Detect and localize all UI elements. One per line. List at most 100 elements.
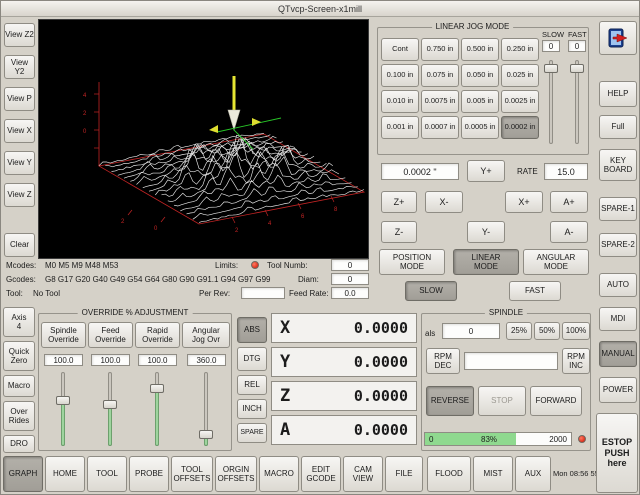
jog-increment-0005[interactable]: 0.005 in <box>461 90 499 113</box>
fast-speed-button[interactable]: FAST <box>509 281 561 301</box>
jog-increment-0500[interactable]: 0.500 in <box>461 38 499 61</box>
svg-text:8: 8 <box>334 207 338 213</box>
spindle-50-button[interactable]: 50% <box>534 322 560 340</box>
clear-button[interactable]: Clear <box>4 233 35 257</box>
angular-jog-override-slider-handle[interactable] <box>199 430 213 439</box>
jog-increment-00005[interactable]: 0.0005 in <box>461 116 499 139</box>
jog-increment-0010[interactable]: 0.010 in <box>381 90 419 113</box>
jog-increment-00007[interactable]: 0.0007 in <box>421 116 459 139</box>
tab-graph[interactable]: GRAPH <box>3 456 43 492</box>
jog-increment-cont[interactable]: Cont <box>381 38 419 61</box>
dro-side-button[interactable]: DRO <box>3 435 35 453</box>
jog-y-minus-button[interactable]: Y- <box>467 221 505 243</box>
overrides-side-button[interactable]: Over Rides <box>3 401 35 431</box>
tab-home[interactable]: HOME <box>45 456 85 492</box>
tab-cam-view[interactable]: CAM VIEW <box>343 456 383 492</box>
spindle-bar-fill <box>425 433 516 445</box>
jog-increment-0100[interactable]: 0.100 in <box>381 64 419 87</box>
title-bar[interactable]: QTvcp-Screen-x1mill <box>1 1 639 17</box>
feed-override-button[interactable]: Feed Override <box>88 322 133 348</box>
abs-button[interactable]: ABS <box>237 317 267 343</box>
spindle-25-button[interactable]: 25% <box>506 322 532 340</box>
jog-a-minus-button[interactable]: A- <box>550 221 588 243</box>
feed-override-slider-handle[interactable] <box>103 400 117 409</box>
spindle-bar-max: 2000 <box>549 433 567 445</box>
rapid-override-slider-fill <box>155 388 159 446</box>
aux-button[interactable]: AUX <box>515 456 551 492</box>
view-x-button[interactable]: View X <box>4 119 35 143</box>
view-y2-button[interactable]: View Y2 <box>4 55 35 79</box>
quick-zero-button[interactable]: Quick Zero <box>3 341 35 371</box>
tab-file[interactable]: FILE <box>385 456 423 492</box>
keyboard-button[interactable]: KEY BOARD <box>599 149 637 181</box>
spindle-override-slider-handle[interactable] <box>56 396 70 405</box>
view-y-button[interactable]: View Y <box>4 151 35 175</box>
spindle-speed-value: 0 <box>442 323 500 339</box>
gremlin-3d-view[interactable]: 4 2 0 2 4 6 8 2 0 <box>38 19 369 259</box>
jog-increment-0250[interactable]: 0.250 in <box>501 38 539 61</box>
axis-select-button[interactable]: Axis 4 <box>3 307 35 337</box>
jog-increment-0001[interactable]: 0.001 in <box>381 116 419 139</box>
jog-x-plus-button[interactable]: X+ <box>505 191 543 213</box>
slow-jog-slider-handle[interactable] <box>544 64 558 73</box>
jog-increment-0050[interactable]: 0.050 in <box>461 64 499 87</box>
feed-override-value: 100.0 <box>91 354 130 366</box>
rpm-display <box>464 352 558 370</box>
full-button[interactable]: Full <box>599 115 637 139</box>
rpm-inc-button[interactable]: RPM INC <box>562 348 590 374</box>
view-z-button[interactable]: View Z <box>4 183 35 207</box>
tab-edit-gcode[interactable]: EDIT GCODE <box>301 456 341 492</box>
tab-tool-offsets[interactable]: TOOL OFFSETS <box>171 456 213 492</box>
jog-z-plus-button[interactable]: Z+ <box>381 191 417 213</box>
tab-origin-offsets[interactable]: ORGIN OFFSETS <box>215 456 257 492</box>
rapid-override-button[interactable]: Rapid Override <box>135 322 180 348</box>
dtg-button[interactable]: DTG <box>237 347 267 371</box>
estop-button[interactable]: ESTOP PUSH here <box>596 413 638 493</box>
linear-mode-button[interactable]: LINEAR MODE <box>453 249 519 275</box>
view-p-button[interactable]: View P <box>4 87 35 111</box>
jog-increment-0025[interactable]: 0.025 in <box>501 64 539 87</box>
jog-increment-0750[interactable]: 0.750 in <box>421 38 459 61</box>
inch-button[interactable]: INCH <box>237 399 267 419</box>
jog-increment-00002[interactable]: 0.0002 in <box>501 116 539 139</box>
spindle-100-button[interactable]: 100% <box>562 322 590 340</box>
macro-side-button[interactable]: Macro <box>3 375 35 397</box>
slow-speed-button[interactable]: SLOW <box>405 281 457 301</box>
fast-jog-slider-handle[interactable] <box>570 64 584 73</box>
power-button[interactable]: POWER <box>599 377 637 403</box>
spare-1-button[interactable]: SPARE-1 <box>599 197 637 221</box>
jog-y-plus-button[interactable]: Y+ <box>467 160 505 182</box>
manual-button[interactable]: MANUAL <box>599 341 637 367</box>
angular-jog-override-button[interactable]: Angular Jog Ovr <box>182 322 230 348</box>
tab-probe[interactable]: PROBE <box>129 456 169 492</box>
jog-increment-00025[interactable]: 0.0025 in <box>501 90 539 113</box>
spindle-reverse-button[interactable]: REVERSE <box>426 386 474 416</box>
spindle-stop-button[interactable]: STOP <box>478 386 526 416</box>
flood-button[interactable]: FLOOD <box>427 456 471 492</box>
rapid-override-slider-handle[interactable] <box>150 384 164 393</box>
jog-z-minus-button[interactable]: Z- <box>381 221 417 243</box>
jog-increment-0075[interactable]: 0.075 in <box>421 64 459 87</box>
tab-macro[interactable]: MACRO <box>259 456 299 492</box>
help-button[interactable]: HELP <box>599 81 637 107</box>
rel-button[interactable]: REL <box>237 375 267 395</box>
mdi-button[interactable]: MDI <box>599 307 637 331</box>
tool-label: Tool: <box>6 289 23 298</box>
spindle-override-button[interactable]: Spindle Override <box>41 322 86 348</box>
position-mode-button[interactable]: POSITION MODE <box>379 249 445 275</box>
jog-x-minus-button[interactable]: X- <box>425 191 463 213</box>
auto-button[interactable]: AUTO <box>599 273 637 297</box>
jog-increment-00075[interactable]: 0.0075 in <box>421 90 459 113</box>
rpm-dec-button[interactable]: RPM DEC <box>426 348 460 374</box>
jog-a-plus-button[interactable]: A+ <box>550 191 588 213</box>
view-z2-button[interactable]: View Z2 <box>4 23 35 47</box>
angular-mode-button[interactable]: ANGULAR MODE <box>523 249 589 275</box>
dro-z-letter: Z <box>280 386 290 406</box>
tab-tool[interactable]: TOOL <box>87 456 127 492</box>
spindle-forward-button[interactable]: FORWARD <box>530 386 582 416</box>
dro-a-value: 0.0000 <box>354 421 408 439</box>
spare-button[interactable]: SPARE <box>237 423 267 443</box>
mist-button[interactable]: MIST <box>473 456 513 492</box>
exit-button[interactable] <box>599 21 637 55</box>
spare-2-button[interactable]: SPARE-2 <box>599 233 637 257</box>
